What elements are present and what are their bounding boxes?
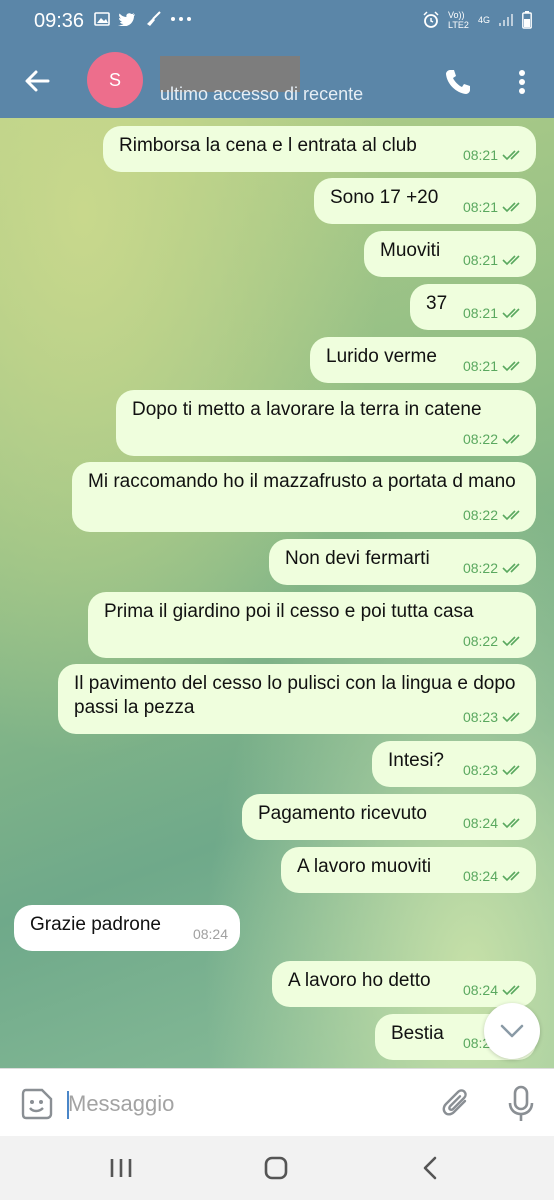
message-meta: 08:22 (463, 503, 524, 527)
volte-label: Vo)) LTE2 (447, 10, 469, 30)
message-input[interactable] (68, 1089, 408, 1119)
message-meta: 08:24 (463, 978, 524, 1002)
status-bar: 09:36 Vo)) LTE2 4G (0, 0, 554, 44)
more-notifications-icon (171, 17, 191, 21)
message-bubble[interactable]: Muoviti 08:21 (364, 231, 536, 277)
message-meta: 08:21 (463, 248, 524, 272)
message-time: 08:22 (462, 431, 498, 447)
notification-icons (94, 11, 192, 27)
message-time: 08:24 (192, 926, 228, 942)
message-text: Rimborsa la cena e l entrata al club (119, 135, 417, 156)
message-time: 08:22 (462, 507, 498, 523)
microphone-icon[interactable] (506, 1085, 536, 1123)
message-bubble[interactable]: Rimborsa la cena e l entrata al club 08:… (103, 126, 536, 172)
incoming-message-bubble[interactable]: Grazie padrone 08:24 (14, 905, 240, 951)
message-text: Mi raccomando ho il mazzafrusto a portat… (88, 471, 516, 492)
message-meta: 08:21 (463, 354, 524, 378)
message-time: 08:24 (462, 868, 498, 884)
message-bubble[interactable]: Mi raccomando ho il mazzafrusto a portat… (72, 462, 536, 532)
double-check-icon (502, 255, 520, 266)
message-time: 08:23 (462, 762, 498, 778)
message-time: 08:21 (462, 199, 498, 215)
last-seen-status: ultimo accesso di recente (160, 84, 364, 104)
back-nav-icon[interactable] (420, 1154, 440, 1182)
message-time: 08:23 (462, 709, 498, 725)
alarm-icon (423, 11, 439, 28)
message-meta: 08:22 (463, 556, 524, 580)
message-bubble[interactable]: A lavoro muoviti 08:24 (281, 847, 536, 893)
double-check-icon (502, 202, 520, 213)
battery-icon (522, 11, 532, 29)
message-meta: 08:22 (463, 427, 524, 451)
double-check-icon (502, 510, 520, 521)
message-bubble[interactable]: Dopo ti metto a lavorare la terra in cat… (116, 390, 536, 456)
double-check-icon (502, 985, 520, 996)
double-check-icon (502, 150, 520, 161)
message-bubble[interactable]: Pagamento ricevuto 08:24 (242, 794, 536, 840)
message-meta: 08:21 (463, 195, 524, 219)
message-meta: 08:21 (463, 143, 524, 167)
chat-header: S ultimo accesso di recente (0, 44, 554, 118)
message-time: 08:21 (462, 305, 498, 321)
message-time: 08:24 (462, 982, 498, 998)
avatar[interactable]: S (87, 52, 143, 108)
message-bubble[interactable]: Prima il giardino poi il cesso e poi tut… (88, 592, 536, 658)
message-bubble[interactable]: Lurido verme 08:21 (310, 337, 536, 383)
twitter-icon (118, 13, 135, 26)
message-time: 08:22 (462, 633, 498, 649)
double-check-icon (502, 636, 520, 647)
sticker-icon[interactable] (20, 1087, 54, 1121)
more-vert-icon[interactable] (510, 66, 534, 98)
message-time: 08:22 (462, 560, 498, 576)
avatar-letter: S (108, 69, 121, 90)
recent-apps-icon[interactable] (108, 1156, 134, 1180)
scroll-to-bottom-button[interactable] (484, 1003, 540, 1059)
message-time: 08:21 (462, 147, 498, 163)
message-bubble[interactable]: 37 08:21 (410, 284, 536, 330)
paperclip-icon[interactable] (440, 1087, 474, 1121)
message-meta: 08:23 (463, 758, 524, 782)
back-arrow-icon[interactable] (20, 64, 54, 98)
double-check-icon (502, 563, 520, 574)
message-time: 08:21 (462, 358, 498, 374)
message-time: 08:21 (462, 252, 498, 268)
double-check-icon (502, 871, 520, 882)
message-bubble[interactable]: Non devi fermarti 08:22 (269, 539, 536, 585)
broom-icon (147, 11, 161, 26)
message-meta: 08:22 (463, 629, 524, 653)
network-label: 4G (477, 15, 490, 25)
system-navigation-bar (0, 1136, 554, 1200)
message-meta: 08:23 (463, 705, 524, 729)
status-time: 09:36 (34, 10, 85, 32)
image-icon (94, 12, 110, 26)
message-bubble[interactable]: Il pavimento del cesso lo pulisci con la… (58, 664, 536, 734)
message-text: Il pavimento del cesso lo pulisci con la… (74, 673, 516, 718)
message-composer (0, 1068, 554, 1137)
signal-icon (499, 14, 513, 26)
message-bubble[interactable]: Intesi? 08:23 (372, 741, 536, 787)
double-check-icon (502, 765, 520, 776)
double-check-icon (502, 361, 520, 372)
message-bubble[interactable]: A lavoro ho detto 08:24 (272, 961, 536, 1007)
message-meta: 08:24 (463, 811, 524, 835)
status-indicators: Vo)) LTE2 4G (422, 10, 532, 30)
chevron-down-icon (500, 1024, 524, 1038)
home-icon[interactable] (263, 1156, 289, 1180)
double-check-icon (502, 712, 520, 723)
chat-history[interactable]: Rimborsa la cena e l entrata al club 08:… (0, 118, 554, 1068)
message-time: 08:24 (462, 815, 498, 831)
message-meta: 08:24 (193, 922, 228, 946)
message-meta: 08:24 (463, 864, 524, 888)
message-meta: 08:21 (463, 301, 524, 325)
message-text: Prima il giardino poi il cesso e poi tut… (104, 601, 474, 622)
phone-icon[interactable] (442, 66, 474, 98)
message-text: Dopo ti metto a lavorare la terra in cat… (132, 399, 482, 420)
double-check-icon (502, 818, 520, 829)
double-check-icon (502, 308, 520, 319)
double-check-icon (502, 434, 520, 445)
message-bubble[interactable]: Sono 17 +20 08:21 (314, 178, 536, 224)
